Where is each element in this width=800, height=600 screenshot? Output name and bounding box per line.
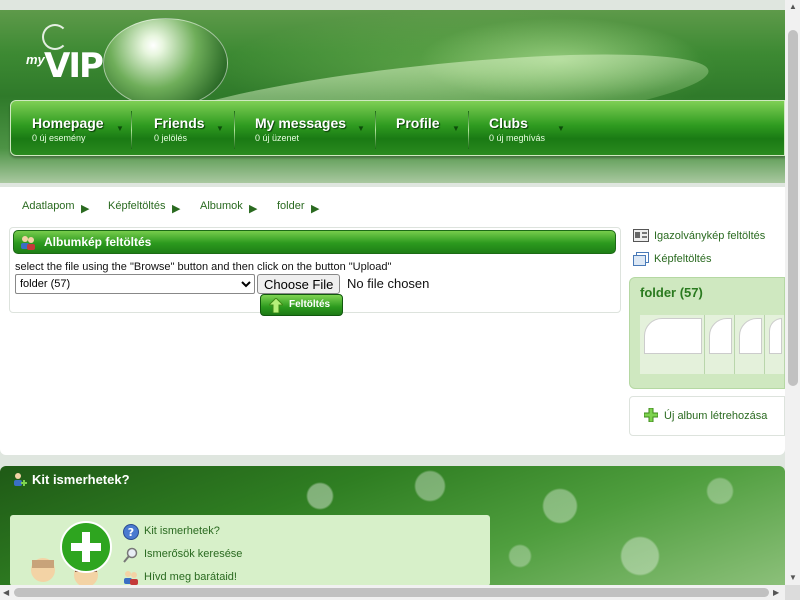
scrollbar-corner (785, 585, 800, 600)
nav-profile-label: Profile (396, 115, 440, 131)
suggestions-title: Kit ismerhetek? (32, 472, 130, 487)
myvip-logo[interactable]: my VIP (24, 24, 104, 99)
search-icon (123, 547, 138, 563)
nav-separator (131, 111, 132, 149)
nav-messages-sub: 0 új üzenet (255, 133, 300, 143)
logo-vip-text: VIP (44, 46, 104, 86)
user-add-icon (14, 473, 27, 486)
svg-text:?: ? (128, 526, 134, 539)
upload-title: Albumkép feltöltés (44, 235, 152, 249)
nav-friends[interactable]: Friends 0 jelölés ▼ (154, 101, 254, 157)
chevron-down-icon[interactable]: ▼ (557, 125, 567, 133)
chevron-down-icon[interactable]: ▼ (116, 125, 126, 133)
logo-my-text: my (26, 52, 45, 67)
choose-file-button[interactable]: Choose File (257, 274, 341, 294)
who-may-i-know-link[interactable]: Kit ismerhetek? (144, 525, 220, 537)
breadcrumb-item-kepfeltoltes[interactable]: Képfeltöltés (108, 200, 165, 212)
album-thumbnail[interactable] (735, 315, 765, 374)
document-thumbnail (644, 318, 702, 354)
nav-clubs[interactable]: Clubs 0 új meghívás ▼ (489, 101, 589, 157)
nav-clubs-label: Clubs (489, 115, 528, 131)
scroll-up-icon[interactable]: ▲ (789, 2, 797, 11)
chevron-down-icon[interactable]: ▼ (216, 125, 226, 133)
scroll-down-icon[interactable]: ▼ (789, 573, 797, 582)
users-icon (21, 236, 35, 250)
nav-friends-sub: 0 jelölés (154, 133, 188, 143)
photo-upload-link[interactable]: Képfeltöltés (654, 253, 711, 265)
chevron-right-icon: ▶ (172, 203, 181, 215)
upload-submit-label: Feltöltés (289, 299, 331, 310)
nav-profile[interactable]: Profile ▼ (396, 101, 476, 157)
folder-album-title[interactable]: folder (57) (640, 285, 703, 300)
question-icon: ? (123, 524, 139, 540)
nav-homepage-sub: 0 új esemény (32, 133, 86, 143)
upload-submit-button[interactable]: Feltöltés (260, 294, 343, 316)
invite-friends-link[interactable]: Hívd meg barátaid! (144, 571, 237, 583)
album-thumbnail[interactable] (640, 315, 705, 374)
chevron-right-icon: ▶ (311, 203, 320, 215)
main-navigation: Homepage 0 új esemény ▼ Friends 0 jelölé… (10, 100, 785, 156)
nav-friends-label: Friends (154, 115, 205, 131)
horizontal-scroll-thumb[interactable] (14, 588, 769, 597)
document-thumbnail (739, 318, 762, 354)
breadcrumb-item-adatlapom[interactable]: Adatlapom (22, 200, 75, 212)
new-album-link[interactable]: Új album létrehozása (664, 410, 767, 422)
nav-separator (234, 111, 235, 149)
breadcrumb-item-folder[interactable]: folder (277, 200, 305, 212)
plus-icon (644, 408, 658, 422)
upload-instruction: select the file using the "Browse" butto… (15, 261, 392, 273)
chevron-right-icon: ▶ (81, 203, 90, 215)
nav-separator (375, 111, 376, 149)
chevron-down-icon[interactable]: ▼ (357, 125, 367, 133)
album-thumbnail[interactable] (705, 315, 735, 374)
id-photo-upload-link[interactable]: Igazolványkép feltöltés (654, 230, 765, 242)
breadcrumb-item-albumok[interactable]: Albumok (200, 200, 243, 212)
nav-separator (468, 111, 469, 149)
document-thumbnail (709, 318, 732, 354)
album-folder-select[interactable]: folder (57) (15, 274, 255, 294)
document-thumbnail (769, 318, 782, 354)
nav-homepage[interactable]: Homepage 0 új esemény ▼ (32, 101, 152, 157)
invite-friends-icon (124, 571, 138, 585)
chevron-down-icon[interactable]: ▼ (452, 125, 462, 133)
file-status-text: No file chosen (347, 276, 430, 291)
scroll-left-icon[interactable]: ◀ (3, 588, 9, 597)
upload-title-bar: Albumkép feltöltés (13, 230, 616, 254)
photo-upload-icon (633, 252, 649, 266)
arrow-up-icon (269, 298, 283, 313)
nav-clubs-sub: 0 új meghívás (489, 133, 546, 143)
add-friends-icon (31, 521, 112, 586)
nav-homepage-label: Homepage (32, 115, 104, 131)
scroll-right-icon[interactable]: ▶ (773, 588, 779, 597)
id-card-icon (633, 229, 649, 242)
chevron-right-icon: ▶ (249, 203, 258, 215)
water-drop-decoration (103, 18, 228, 108)
album-thumbnail[interactable] (765, 315, 785, 374)
find-friends-link[interactable]: Ismerősök keresése (144, 548, 242, 560)
vertical-scroll-thumb[interactable] (788, 30, 798, 386)
nav-my-messages[interactable]: My messages 0 új üzenet ▼ (255, 101, 375, 157)
